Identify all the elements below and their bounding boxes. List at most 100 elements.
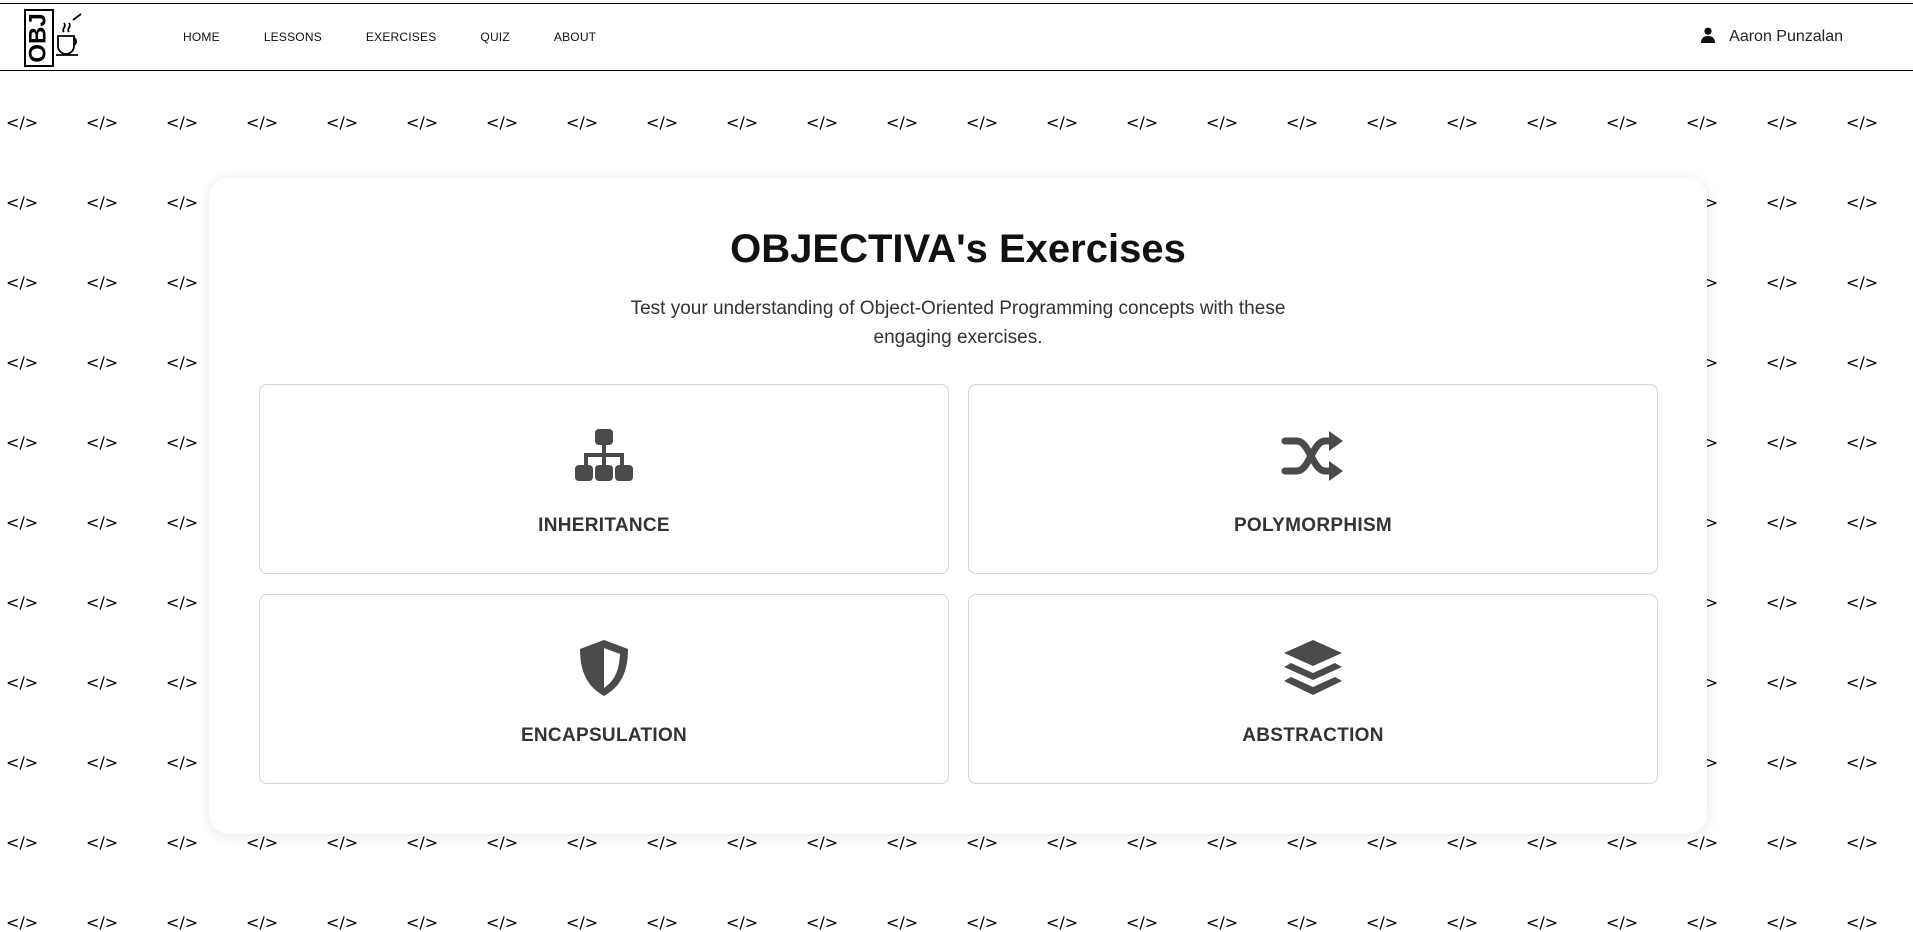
code-tag: </> xyxy=(1126,113,1159,132)
code-tag: </> xyxy=(406,833,439,852)
code-tag: </> xyxy=(6,113,39,132)
code-tag: </> xyxy=(1686,913,1719,932)
nav-lessons-link[interactable]: LESSONS xyxy=(264,30,322,44)
abstraction-card[interactable]: ABSTRACTION xyxy=(968,594,1658,784)
inheritance-card[interactable]: INHERITANCE xyxy=(259,384,949,574)
code-tag: </> xyxy=(1606,113,1639,132)
code-tag: </> xyxy=(86,113,119,132)
code-tag: </> xyxy=(1126,913,1159,932)
code-tag: </> xyxy=(86,673,119,692)
code-tag: </> xyxy=(1446,833,1479,852)
code-tag: </> xyxy=(486,113,519,132)
code-tag: </> xyxy=(806,113,839,132)
code-tag: </> xyxy=(1206,113,1239,132)
code-tag: </> xyxy=(646,113,679,132)
code-tag: </> xyxy=(1126,833,1159,852)
user-name: Aaron Punzalan xyxy=(1729,28,1843,45)
code-tag: </> xyxy=(1606,913,1639,932)
code-tag: </> xyxy=(166,353,199,372)
shield-icon xyxy=(572,639,636,696)
code-tag: </> xyxy=(1366,913,1399,932)
code-tag: </> xyxy=(166,193,199,212)
code-tag: </> xyxy=(6,673,39,692)
code-tag: </> xyxy=(6,753,39,772)
code-tag: </> xyxy=(1046,913,1079,932)
code-tag: </> xyxy=(1846,433,1879,452)
code-tag: </> xyxy=(1526,833,1559,852)
code-tag: </> xyxy=(1606,833,1639,852)
code-tag: </> xyxy=(406,113,439,132)
code-tag: </> xyxy=(1846,593,1879,612)
code-tag: </> xyxy=(1846,193,1879,212)
nav-exercises-link[interactable]: EXERCISES xyxy=(366,30,437,44)
navbar: OBJ HOME LESSONS EXERCISES QUIZ ABOUT Aa xyxy=(0,4,1913,71)
code-tag: </> xyxy=(966,833,999,852)
code-tag: </> xyxy=(166,833,199,852)
code-tag: </> xyxy=(326,913,359,932)
code-tag: </> xyxy=(246,833,279,852)
code-tag: </> xyxy=(566,913,599,932)
code-tag: </> xyxy=(886,913,919,932)
coffee-cup-icon xyxy=(56,13,82,56)
shuffle-icon xyxy=(1281,429,1345,483)
code-tag: </> xyxy=(966,913,999,932)
code-tag: </> xyxy=(1526,913,1559,932)
layers-icon xyxy=(1281,639,1345,695)
code-tag: </> xyxy=(726,113,759,132)
nav-quiz-link[interactable]: QUIZ xyxy=(480,30,509,44)
code-tag: </> xyxy=(246,113,279,132)
code-tag: </> xyxy=(1526,113,1559,132)
code-tag: </> xyxy=(166,513,199,532)
code-tag: </> xyxy=(86,913,119,932)
code-tag: </> xyxy=(86,833,119,852)
code-tag: </> xyxy=(1846,673,1879,692)
code-tag: </> xyxy=(1206,833,1239,852)
code-tag: </> xyxy=(1766,833,1799,852)
code-tag: </> xyxy=(166,593,199,612)
code-tag: </> xyxy=(1766,593,1799,612)
code-tag: </> xyxy=(1846,113,1879,132)
code-tag: </> xyxy=(1766,113,1799,132)
code-tag: </> xyxy=(406,913,439,932)
code-tag: </> xyxy=(6,593,39,612)
code-tag: </> xyxy=(86,193,119,212)
code-tag: </> xyxy=(1846,353,1879,372)
code-tag: </> xyxy=(566,833,599,852)
nav-about-link[interactable]: ABOUT xyxy=(554,30,596,44)
user-menu[interactable]: Aaron Punzalan xyxy=(1701,4,1843,70)
code-tag: </> xyxy=(1686,833,1719,852)
nav-home-link[interactable]: HOME xyxy=(183,30,220,44)
code-tag: </> xyxy=(246,913,279,932)
code-tag: </> xyxy=(326,113,359,132)
exercises-panel: OBJECTIVA's Exercises Test your understa… xyxy=(209,178,1707,834)
page-subtitle: Test your understanding of Object-Orient… xyxy=(630,298,1286,348)
code-tag: </> xyxy=(86,513,119,532)
code-tag: </> xyxy=(486,913,519,932)
code-tag: </> xyxy=(646,833,679,852)
card-label: POLYMORPHISM xyxy=(1233,515,1393,536)
code-tag: </> xyxy=(886,113,919,132)
code-tag: </> xyxy=(1046,833,1079,852)
code-tag: </> xyxy=(1846,913,1879,932)
code-tag: </> xyxy=(6,433,39,452)
logo[interactable]: OBJ xyxy=(24,8,86,68)
code-tag: </> xyxy=(6,193,39,212)
code-tag: </> xyxy=(1766,353,1799,372)
code-tag: </> xyxy=(726,913,759,932)
code-tag: </> xyxy=(1446,113,1479,132)
code-tag: </> xyxy=(86,753,119,772)
user-icon xyxy=(1701,27,1716,48)
code-tag: </> xyxy=(486,833,519,852)
code-tag: </> xyxy=(6,353,39,372)
code-tag: </> xyxy=(166,913,199,932)
code-tag: </> xyxy=(6,833,39,852)
code-tag: </> xyxy=(1766,273,1799,292)
polymorphism-card[interactable]: POLYMORPHISM xyxy=(968,384,1658,574)
code-tag: </> xyxy=(86,353,119,372)
code-tag: </> xyxy=(86,433,119,452)
code-tag: </> xyxy=(166,113,199,132)
code-tag: </> xyxy=(1766,673,1799,692)
sitemap-icon xyxy=(572,429,636,483)
encapsulation-card[interactable]: ENCAPSULATION xyxy=(259,594,949,784)
code-tag: </> xyxy=(166,753,199,772)
